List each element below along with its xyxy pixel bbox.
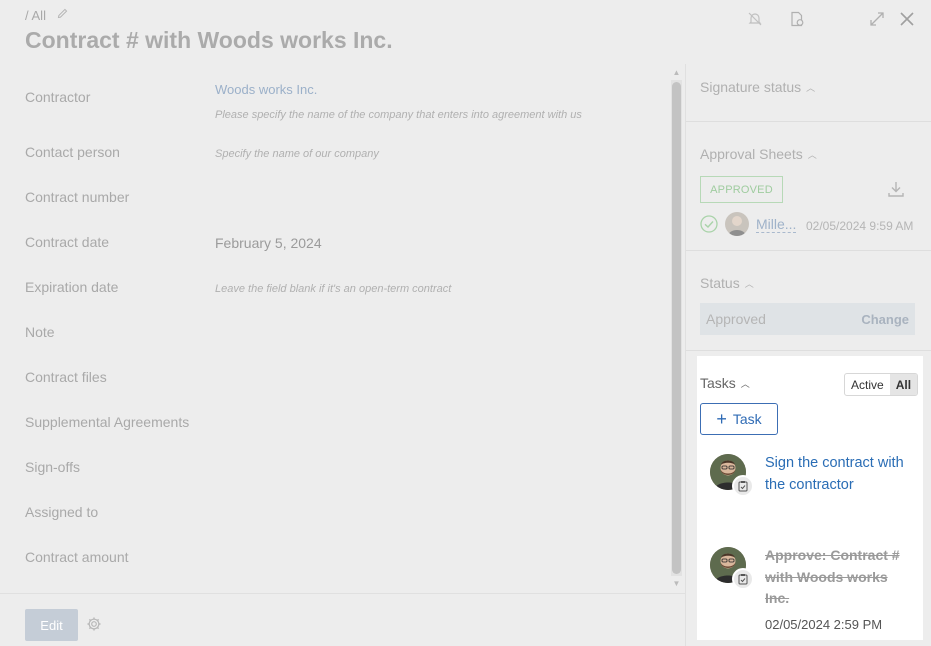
field-value-contract-date: February 5, 2024 [215,235,322,251]
check-circle-icon [700,215,718,233]
field-label-contractor: Contractor [25,89,91,105]
breadcrumb: / All [25,7,69,23]
field-value-contractor[interactable]: Woods works Inc. [215,82,317,97]
edit-button[interactable]: Edit [25,609,78,641]
sidebar-divider [685,64,686,646]
form-footer: Edit [0,593,685,646]
divider [686,250,931,251]
filter-all-button[interactable]: All [889,374,918,395]
clipboard-icon [732,568,754,590]
chevron-up-icon: ︿ [806,82,816,93]
filter-active-button[interactable]: Active [845,374,890,395]
field-label-contract-files: Contract files [25,369,107,385]
approved-badge: APPROVED [700,176,783,203]
change-status-button[interactable]: Change [861,312,909,327]
status-header[interactable]: Status ︿ [700,275,754,291]
tasks-header[interactable]: Tasks ︿ [700,375,750,391]
scroll-up-icon[interactable]: ▲ [672,69,681,77]
bell-off-icon[interactable] [746,10,764,28]
page-title: Contract # with Woods works Inc. [25,27,393,53]
approval-sheets-header[interactable]: Approval Sheets ︿ [700,146,817,162]
field-label-contract-date: Contract date [25,234,110,250]
signature-status-title: Signature status [700,79,802,95]
close-icon[interactable] [898,10,916,28]
divider [686,350,931,351]
document-settings-icon[interactable] [788,10,806,28]
chevron-up-icon: ︿ [744,278,754,289]
add-task-button[interactable]: + Task [700,403,778,435]
field-label-sign-offs: Sign-offs [25,459,80,475]
field-label-contract-amount: Contract amount [25,549,129,565]
tasks-panel: Tasks ︿ Active All + Task Sign the contr… [697,356,923,640]
field-label-expiration-date: Expiration date [25,279,119,295]
breadcrumb-label[interactable]: / All [25,8,46,23]
pencil-icon[interactable] [56,7,69,23]
approval-sheets-title: Approval Sheets [700,146,803,162]
contract-form: Contractor Woods works Inc. Please speci… [0,64,670,592]
signature-status-header[interactable]: Signature status ︿ [700,79,815,95]
status-title: Status [700,275,740,291]
add-task-label: Task [732,411,762,427]
scrollbar-thumb[interactable] [672,82,681,574]
task-filter-toggle: Active All [844,373,919,396]
avatar [725,212,749,236]
tasks-title: Tasks [700,375,736,391]
field-label-contract-number: Contract number [25,189,130,205]
field-label-supplemental-agreements: Supplemental Agreements [25,414,190,430]
plus-icon: + [716,409,727,429]
approver-name-link[interactable]: Mille... [756,217,797,233]
field-label-contact-person: Contact person [25,144,120,160]
gear-icon[interactable] [86,616,102,632]
task-link-approve-contract[interactable]: Approve: Contract # with Woods works Inc… [765,545,905,610]
field-hint-expiration-date: Leave the field blank if it's an open-te… [215,283,452,295]
task-completion-date: 02/05/2024 2:59 PM [765,617,883,632]
approval-timestamp: 02/05/2024 9:59 AM [806,219,914,233]
field-label-assigned-to: Assigned to [25,504,99,520]
download-icon[interactable] [886,179,906,199]
chevron-up-icon: ︿ [807,149,817,160]
field-hint-contact-person: Specify the name of our company [215,148,379,160]
status-box: Approved Change [700,303,915,335]
field-label-note: Note [25,324,55,340]
clipboard-icon [732,475,754,497]
field-hint-contractor: Please specify the name of the company t… [215,109,582,121]
chevron-up-icon: ︿ [740,378,750,389]
status-value: Approved [706,311,766,327]
expand-icon[interactable] [868,10,886,28]
divider [686,121,931,122]
scroll-down-icon[interactable]: ▼ [672,580,681,588]
task-link-sign-contract[interactable]: Sign the contract with the contractor [765,452,915,496]
